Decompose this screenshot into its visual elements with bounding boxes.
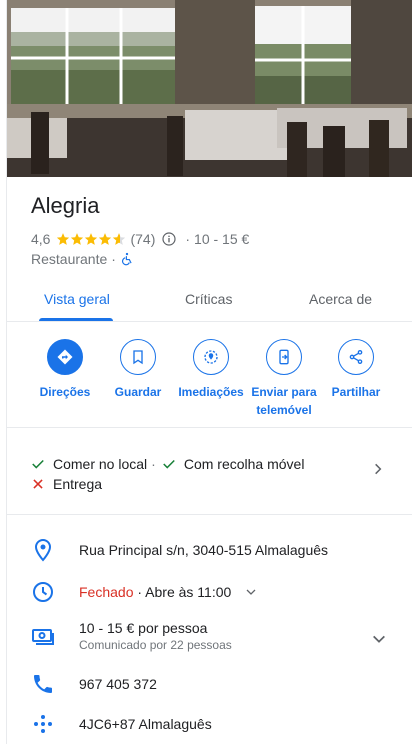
expand-icon[interactable] — [371, 631, 387, 647]
nearby-icon — [193, 339, 229, 375]
check-icon — [163, 459, 175, 469]
check-icon — [32, 459, 44, 469]
price-range: 10 - 15 € — [194, 231, 250, 247]
location-pin-icon — [34, 538, 52, 562]
tab-overview[interactable]: Vista geral — [44, 291, 110, 307]
chevron-down-icon[interactable] — [245, 586, 257, 598]
info-icon[interactable] — [161, 231, 177, 247]
clock-icon — [33, 582, 53, 602]
separator: · — [151, 456, 156, 472]
tab-reviews[interactable]: Críticas — [185, 291, 232, 307]
plus-code-text: 4JC6+87 Almalaguês — [79, 716, 212, 732]
save-label: Guardar — [114, 385, 162, 399]
chevron-right-icon[interactable] — [371, 462, 385, 476]
hours-next-open: · Abre às 11:00 — [137, 584, 232, 600]
phone-icon — [34, 675, 52, 693]
star-icon — [99, 233, 112, 245]
phone-number: 967 405 372 — [79, 676, 157, 692]
address-text: Rua Principal s/n, 3040-515 Almalaguês — [79, 542, 329, 558]
review-count[interactable]: (74) — [130, 231, 155, 247]
category-label[interactable]: Restaurante — [31, 251, 107, 267]
action-buttons: Direções Guardar Imediações Enviar para … — [7, 322, 412, 428]
directions-icon — [47, 339, 83, 375]
address-row[interactable]: Rua Principal s/n, 3040-515 Almalaguês — [31, 538, 401, 562]
hours-status: Fechado — [79, 584, 134, 600]
place-photo[interactable] — [7, 0, 412, 177]
separator: · — [185, 231, 191, 247]
plus-code-icon — [34, 715, 52, 733]
nearby-label: Imediações — [178, 385, 244, 399]
send-to-phone-icon — [266, 339, 302, 375]
cross-icon — [33, 479, 43, 489]
category-row: Restaurante · — [31, 251, 134, 267]
phone-row[interactable]: 967 405 372 — [31, 672, 401, 696]
service-line-1: Comer no local · Com recolha móvel — [31, 456, 304, 472]
service-line-2: Entrega — [31, 476, 102, 492]
star-rating — [56, 232, 126, 246]
place-tabs: Vista geral Críticas Acerca de — [7, 283, 412, 322]
plus-code-row[interactable]: 4JC6+87 Almalaguês — [31, 712, 401, 736]
dine-in-label: Comer no local — [53, 456, 148, 472]
hours-row[interactable]: Fechado · Abre às 11:00 — [31, 580, 401, 604]
directions-label: Direções — [39, 385, 91, 399]
place-panel: Alegria 4,6 (74) · 10 - 15 € Restaurante… — [6, 0, 412, 744]
place-title: Alegria — [31, 193, 100, 218]
restaurant-interior-image — [7, 0, 412, 177]
star-icon — [71, 233, 84, 245]
separator: · — [111, 251, 116, 267]
share-label: Partilhar — [331, 385, 381, 399]
rating-value: 4,6 — [31, 231, 51, 247]
bookmark-icon — [120, 339, 156, 375]
share-icon — [338, 339, 374, 375]
rating-row: 4,6 (74) · 10 - 15 € — [31, 231, 249, 247]
half-star-icon — [113, 233, 126, 245]
delivery-label: Entrega — [53, 476, 103, 492]
price-per-person: 10 - 15 € por pessoa — [79, 620, 208, 636]
tab-about[interactable]: Acerca de — [309, 291, 372, 307]
star-icon — [57, 233, 70, 245]
share-button[interactable]: Partilhar — [311, 339, 401, 401]
price-row[interactable]: 10 - 15 € por pessoa Comunicado por 22 p… — [31, 620, 401, 652]
wheelchair-icon — [121, 252, 132, 266]
takeaway-label: Com recolha móvel — [183, 456, 305, 472]
service-options[interactable]: Comer no local · Com recolha móvel Entre… — [7, 428, 412, 515]
active-tab-indicator — [39, 318, 113, 321]
money-icon — [32, 629, 54, 645]
price-reported-by: Comunicado por 22 pessoas — [79, 638, 232, 652]
star-icon — [85, 233, 98, 245]
